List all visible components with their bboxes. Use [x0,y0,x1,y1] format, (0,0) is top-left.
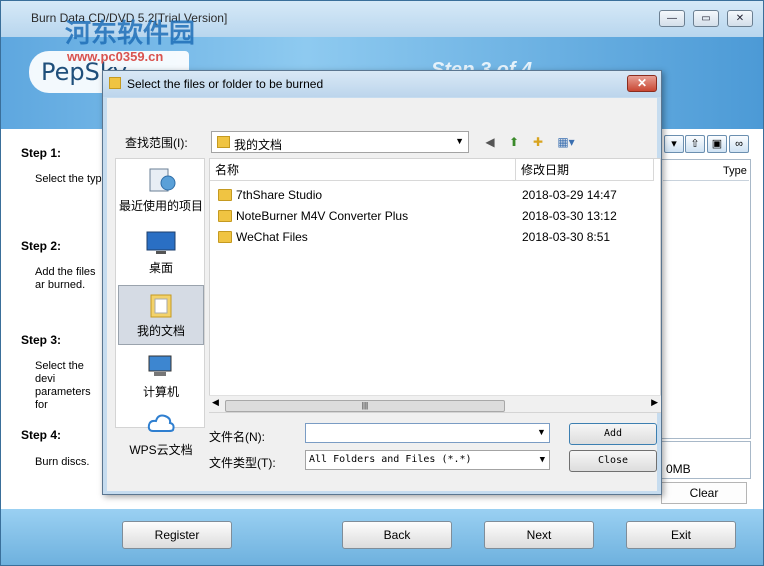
size-text: 0MB [666,462,691,476]
desktop-icon [146,231,176,254]
disc-size-bar: 0MB [661,441,751,479]
new-folder-icon[interactable]: ✚ [529,133,547,151]
step-4-label: Step 4: [21,428,62,442]
place-label: WPS云文档 [129,443,193,457]
folder-icon [218,210,232,222]
filetype-value: All Folders and Files (*.*) [309,454,472,465]
step-1-label: Step 1: [21,146,62,160]
watermark-url: www.pc0359.cn [67,49,164,64]
back-arrow-icon[interactable]: ◀ [481,133,499,151]
clear-button[interactable]: Clear [661,482,747,504]
chevron-down-icon: ▼ [539,455,545,465]
folder-icon [218,231,232,243]
file-name: 7thShare Studio [236,188,323,202]
register-button[interactable]: Register [122,521,232,549]
link-icon[interactable]: ∞ [729,135,749,153]
chevron-down-icon[interactable]: ▼ [537,427,546,437]
place-desktop[interactable]: 桌面 [118,223,204,283]
minimize-button[interactable]: — [659,10,685,27]
maximize-button[interactable]: ▭ [693,10,719,27]
back-button[interactable]: Back [342,521,452,549]
exit-button[interactable]: Exit [626,521,736,549]
up-folder-icon[interactable]: ⇧ [685,135,705,153]
type-column-header: Type [663,163,749,181]
filename-label: 文件名(N): [209,430,265,444]
scroll-right-icon[interactable]: ▶ [651,397,658,408]
place-label: 最近使用的项目 [118,199,203,213]
scrollbar-thumb[interactable]: ||| [225,400,505,412]
file-dialog: Select the files or folder to be burned … [102,70,662,495]
dropdown-arrow-icon[interactable]: ▾ [664,135,684,153]
recent-items-icon [149,168,176,192]
scroll-left-icon[interactable]: ◀ [212,397,219,408]
filetype-label: 文件类型(T): [209,456,276,470]
dialog-title: Select the files or folder to be burned [127,77,324,91]
folder-icon [109,77,121,89]
step-2-label: Step 2: [21,239,62,253]
place-label: 我的文档 [136,324,185,338]
list-item[interactable]: 7thShare Studio 2018-03-29 14:47 [210,185,650,206]
cloud-icon [147,414,175,432]
next-button[interactable]: Next [484,521,594,549]
place-wps-cloud[interactable]: WPS云文档 [118,409,204,457]
add-button[interactable]: Add [569,423,657,445]
name-column-header[interactable]: 名称 [210,159,516,181]
close-dialog-button[interactable]: Close [569,450,657,472]
view-menu-icon[interactable]: ▦▾ [553,133,579,151]
place-recent[interactable]: 最近使用的项目 [118,161,204,221]
dialog-close-button[interactable]: ✕ [627,75,657,92]
step-3-label: Step 3: [21,333,62,347]
file-list[interactable]: 名称 修改日期 7thShare Studio 2018-03-29 14:47… [209,158,661,413]
filetype-select[interactable]: All Folders and Files (*.*) ▼ [305,450,550,470]
documents-icon [150,294,172,318]
documents-folder-icon [217,136,230,148]
filename-input[interactable] [305,423,550,443]
look-in-label: 查找范围(I): [125,136,188,150]
folder-icon [218,189,232,201]
place-label: 桌面 [148,261,173,275]
look-in-value: 我的文档 [234,138,283,152]
close-button[interactable]: ✕ [727,10,753,27]
look-in-combo[interactable]: 我的文档 ▼ [211,131,469,153]
list-item[interactable]: NoteBurner M4V Converter Plus 2018-03-30… [210,206,650,227]
file-name: WeChat Files [236,230,308,244]
modified-column-header[interactable]: 修改日期 [516,159,654,181]
dialog-title-bar: Select the files or folder to be burned … [103,71,661,97]
place-computer[interactable]: 计算机 [118,347,204,407]
file-name: NoteBurner M4V Converter Plus [236,209,409,223]
step-2-desc: Add the files ar burned. [35,266,96,291]
step-3-desc: Select the devi parameters for [35,360,91,411]
list-item[interactable]: WeChat Files 2018-03-30 8:51 [210,227,650,248]
burn-file-list[interactable] [661,159,751,439]
place-label: 计算机 [142,385,179,399]
step-4-desc: Burn discs. [35,456,90,468]
file-date: 2018-03-30 13:12 [522,209,617,223]
step-1-desc: Select the type [35,173,108,185]
up-level-icon[interactable]: ⬆ [505,133,523,151]
dialog-body: 查找范围(I): 我的文档 ▼ ◀ ⬆ ✚ ▦▾ 最近使用的项目 桌面 我的文档… [107,98,661,491]
new-folder-icon[interactable]: ▣ [707,135,727,153]
chevron-down-icon: ▼ [455,136,464,146]
places-bar: 最近使用的项目 桌面 我的文档 计算机 WPS云文档 [115,158,205,457]
place-documents[interactable]: 我的文档 [118,285,204,345]
file-date: 2018-03-29 14:47 [522,188,617,202]
file-date: 2018-03-30 8:51 [522,230,611,244]
watermark: 河东软件园 [65,19,196,49]
computer-icon [148,355,172,376]
